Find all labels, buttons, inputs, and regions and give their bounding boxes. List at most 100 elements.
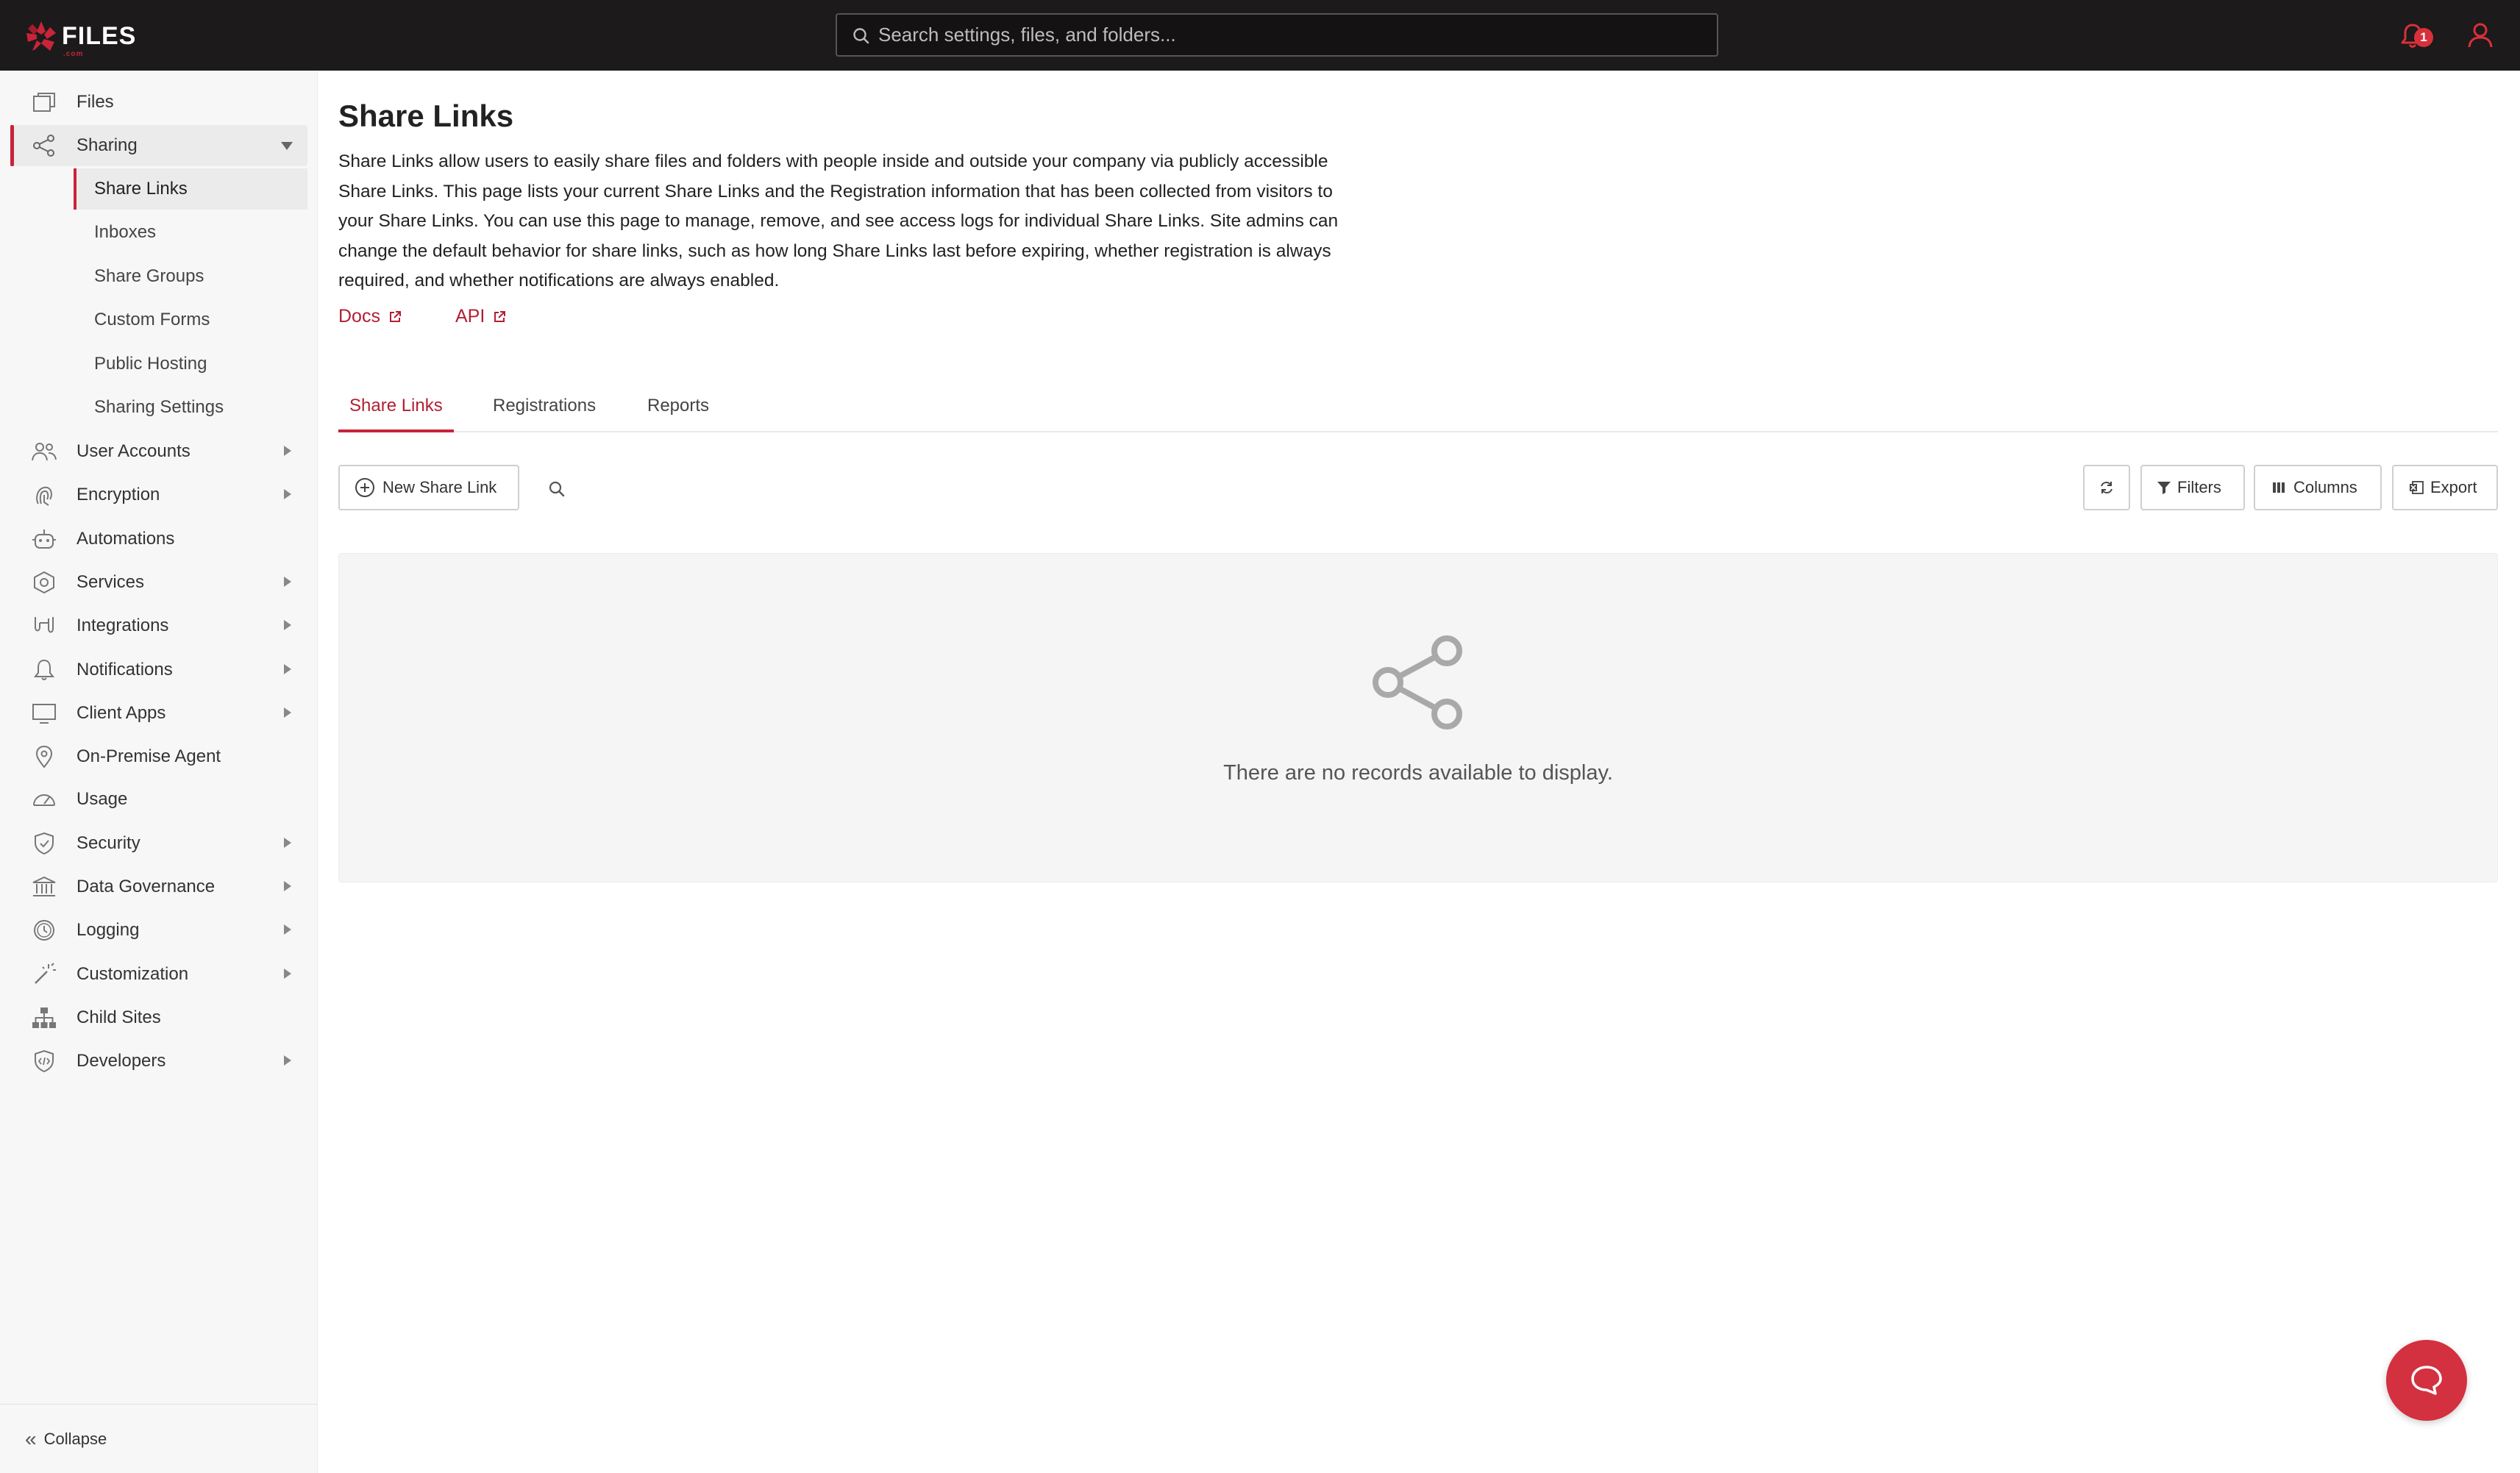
- chat-bubble-icon: [2411, 1366, 2442, 1395]
- tab-reports[interactable]: Reports: [647, 385, 709, 432]
- logo[interactable]: FILES .com: [25, 18, 137, 58]
- sidebar-item-notifications[interactable]: Notifications: [10, 649, 307, 691]
- chevron-down-icon: [281, 142, 293, 150]
- chevron-right-icon: [284, 620, 291, 630]
- sidebar-subitem-public-hosting[interactable]: Public Hosting: [74, 343, 307, 385]
- monitor-icon: [32, 704, 56, 724]
- sidebar-item-developers[interactable]: Developers: [10, 1041, 307, 1082]
- user-account-icon[interactable]: [2466, 21, 2495, 50]
- search-icon[interactable]: [547, 479, 566, 499]
- excel-export-icon: [2410, 481, 2424, 494]
- sitemap-icon: [32, 1007, 56, 1028]
- plus-circle-icon: [355, 478, 374, 497]
- refresh-button[interactable]: [2083, 465, 2130, 510]
- sidebar-item-label: Security: [76, 833, 140, 853]
- api-link[interactable]: API: [455, 306, 507, 327]
- bank-icon: [32, 876, 56, 896]
- chevron-right-icon: [284, 838, 291, 848]
- sidebar-item-logging[interactable]: Logging: [10, 910, 307, 951]
- logo-text: FILES: [62, 21, 137, 50]
- files-icon: [33, 93, 55, 112]
- sidebar-item-label: Automations: [76, 529, 175, 549]
- services-icon: [34, 571, 54, 594]
- tab-share-links[interactable]: Share Links: [338, 385, 454, 432]
- sidebar-item-label: Logging: [76, 920, 140, 940]
- columns-label: Columns: [2293, 478, 2357, 496]
- columns-icon: [2273, 482, 2285, 493]
- chevron-right-icon: [284, 664, 291, 674]
- tab-label: Share Links: [349, 396, 443, 415]
- collapse-sidebar-button[interactable]: « Collapse: [0, 1404, 318, 1473]
- chevron-right-icon: [284, 969, 291, 979]
- help-chat-button[interactable]: [2386, 1340, 2467, 1421]
- sidebar-item-encryption[interactable]: Encryption: [10, 474, 307, 516]
- sidebar-item-label: Encryption: [76, 485, 160, 504]
- sidebar-item-security[interactable]: Security: [10, 823, 307, 864]
- tab-bar: Share Links Registrations Reports: [338, 385, 2498, 432]
- new-share-link-label: New Share Link: [382, 478, 497, 496]
- empty-state: There are no records available to displa…: [338, 553, 2498, 882]
- sidebar-item-label: Sharing: [76, 135, 138, 155]
- robot-icon: [32, 529, 56, 549]
- chevron-right-icon: [284, 924, 291, 935]
- sidebar-item-customization[interactable]: Customization: [10, 954, 307, 995]
- chevron-right-icon: [284, 446, 291, 456]
- table-toolbar: New Share Link Filters Columns Export: [338, 465, 2498, 512]
- columns-button[interactable]: Columns: [2254, 465, 2382, 510]
- sidebar-item-files[interactable]: Files: [10, 82, 307, 123]
- integrations-icon: [35, 617, 54, 633]
- sidebar-item-data-governance[interactable]: Data Governance: [10, 866, 307, 907]
- sidebar-item-integrations[interactable]: Integrations: [10, 605, 307, 646]
- sidebar-item-child-sites[interactable]: Child Sites: [10, 997, 307, 1038]
- bell-icon: [33, 659, 55, 680]
- users-icon: [32, 443, 57, 461]
- sidebar-item-usage[interactable]: Usage: [10, 779, 307, 820]
- docs-link-label: Docs: [338, 306, 380, 327]
- share-icon: [33, 135, 54, 157]
- filter-icon: [2157, 482, 2171, 494]
- sidebar-subitem-share-groups[interactable]: Share Groups: [74, 256, 307, 297]
- sidebar-item-label: Files: [76, 92, 114, 112]
- sidebar-item-label: On-Premise Agent: [76, 746, 221, 766]
- code-icon: [35, 1049, 54, 1073]
- tab-registrations[interactable]: Registrations: [493, 385, 596, 432]
- sidebar-item-services[interactable]: Services: [10, 562, 307, 603]
- sidebar-item-label: Services: [76, 572, 145, 592]
- sidebar-subitem-sharing-settings[interactable]: Sharing Settings: [74, 387, 307, 428]
- sidebar-subitem-custom-forms[interactable]: Custom Forms: [74, 299, 307, 340]
- location-pin-icon: [35, 745, 53, 768]
- page-title: Share Links: [338, 99, 514, 133]
- sidebar-subitem-inboxes[interactable]: Inboxes: [74, 212, 307, 253]
- empty-state-message: There are no records available to displa…: [1223, 761, 1613, 785]
- filters-button[interactable]: Filters: [2140, 465, 2245, 510]
- filters-label: Filters: [2177, 478, 2221, 496]
- gauge-icon: [33, 794, 55, 806]
- collapse-label: Collapse: [43, 1429, 107, 1448]
- chevron-right-icon: [284, 577, 291, 587]
- sidebar-item-label: Integrations: [76, 616, 169, 635]
- external-link-icon: [494, 310, 506, 322]
- sidebar-subitem-label: Share Links: [94, 179, 188, 199]
- sidebar-subitem-label: Public Hosting: [94, 354, 207, 374]
- chevron-right-icon: [284, 707, 291, 718]
- export-button[interactable]: Export: [2392, 465, 2498, 510]
- shield-icon: [35, 832, 54, 855]
- sidebar-subitem-share-links[interactable]: Share Links: [74, 168, 307, 210]
- sidebar-subitem-label: Custom Forms: [94, 310, 210, 329]
- logo-subtext: .com: [63, 50, 84, 58]
- docs-link[interactable]: Docs: [338, 306, 402, 327]
- logo-mark-icon: [26, 21, 56, 51]
- export-label: Export: [2430, 478, 2477, 496]
- sidebar-item-label: Customization: [76, 964, 189, 984]
- sidebar-item-automations[interactable]: Automations: [10, 518, 307, 560]
- new-share-link-button[interactable]: New Share Link: [338, 465, 519, 510]
- search-input[interactable]: [878, 24, 1717, 46]
- global-search[interactable]: [836, 13, 1718, 57]
- sidebar-item-on-premise-agent[interactable]: On-Premise Agent: [10, 736, 307, 777]
- sidebar-item-user-accounts[interactable]: User Accounts: [10, 431, 307, 472]
- sidebar-item-client-apps[interactable]: Client Apps: [10, 693, 307, 734]
- sidebar-item-label: Developers: [76, 1051, 166, 1071]
- sidebar-item-sharing[interactable]: Sharing: [10, 125, 307, 166]
- sidebar-item-label: Client Apps: [76, 703, 166, 723]
- doc-links: Docs API: [338, 306, 507, 327]
